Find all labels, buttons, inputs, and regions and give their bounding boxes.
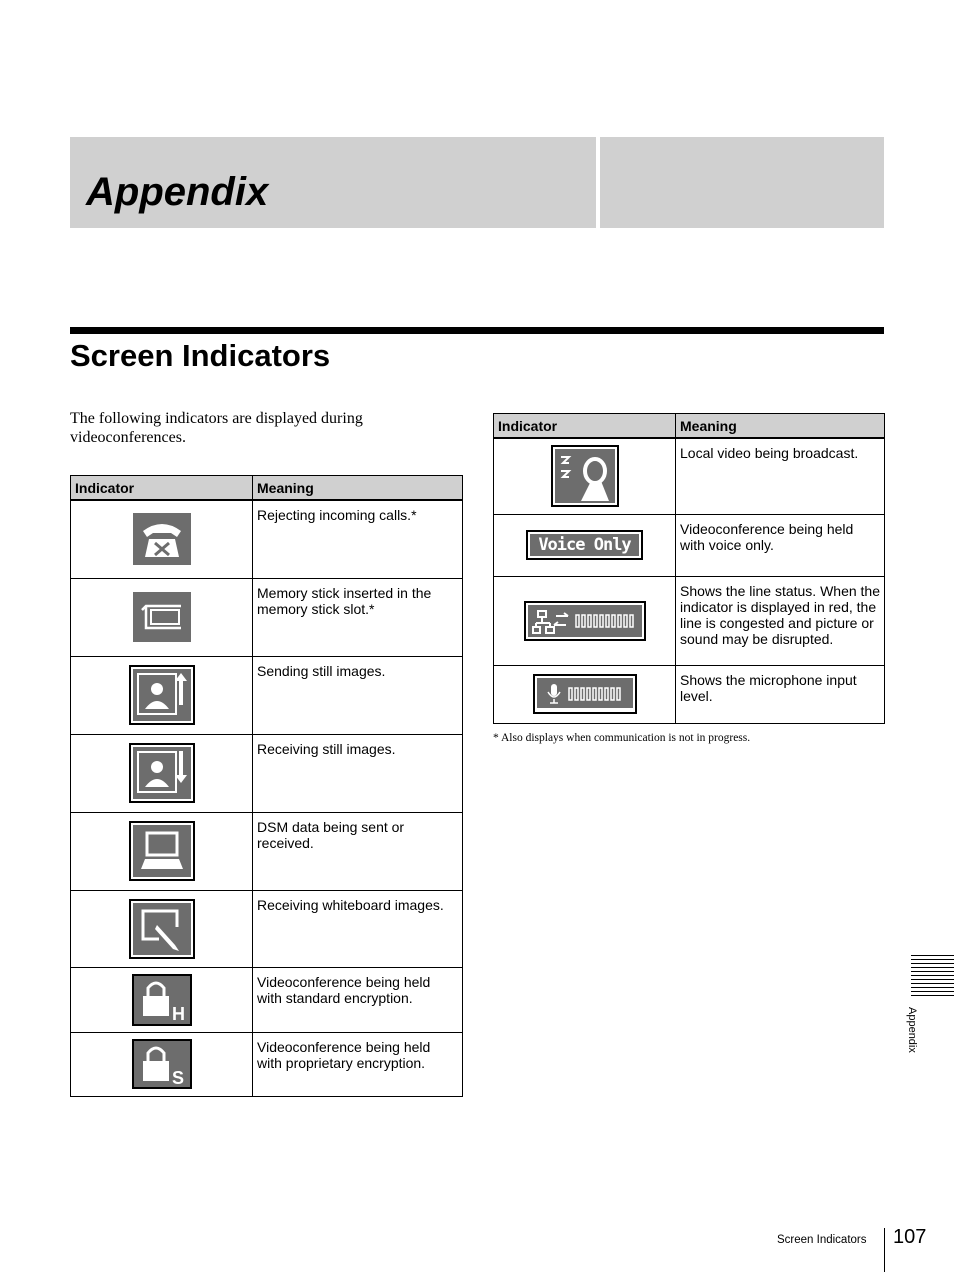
chapter-title: Appendix (86, 170, 269, 214)
whiteboard-icon (128, 898, 195, 959)
section-title: Screen Indicators (70, 338, 331, 373)
table-row: Sending still images. (70, 655, 463, 735)
table-row: Shows the line status. When the indicato… (493, 575, 885, 666)
section-rule (70, 327, 884, 334)
svg-text:S: S (172, 1068, 184, 1088)
meaning: Rejecting incoming calls.* (252, 499, 463, 579)
receive-still-image-icon (128, 743, 195, 803)
phone-reject-icon (132, 513, 191, 566)
meaning: Receiving whiteboard images. (252, 889, 463, 968)
footer-divider (884, 1228, 885, 1272)
table-row: Rejecting incoming calls.* (70, 499, 463, 579)
meaning: Videoconference being held with propriet… (252, 1031, 463, 1097)
col-header: Meaning (675, 413, 885, 439)
table-row: H Videoconference being held with standar… (70, 966, 463, 1033)
chapter-band-right (600, 137, 884, 228)
voice-only-label: Voice Only (530, 534, 639, 556)
table-row: S Videoconference being held with proprie… (70, 1031, 463, 1097)
memory-stick-icon (132, 592, 191, 642)
table-row: Voice Only Videoconference being held wit… (493, 513, 885, 577)
voice-only-icon: Voice Only (526, 530, 643, 560)
table-row: Receiving still images. (70, 733, 463, 813)
col-header: Indicator (70, 475, 253, 501)
footer-section: Screen Indicators (777, 1234, 867, 1246)
line-status-icon (523, 600, 646, 641)
table-row: Shows the microphone input level. (493, 664, 885, 724)
meaning: Receiving still images. (252, 733, 463, 813)
col-header: Indicator (493, 413, 676, 439)
col-header: Meaning (252, 475, 463, 501)
meaning: Sending still images. (252, 655, 463, 735)
broadcast-dish-icon (550, 445, 619, 508)
meaning: Memory stick inserted in the memory stic… (252, 577, 463, 657)
intro-text: The following indicators are displayed d… (70, 410, 363, 446)
lock-h-icon: H (131, 973, 192, 1026)
indicator-table-left: Indicator Meaning Rejecting incoming call… (70, 475, 463, 1097)
page: Appendix Screen Indicators The following… (0, 0, 954, 1274)
chapter-tab-marker (911, 955, 954, 997)
meaning: Videoconference being held with voice on… (675, 513, 885, 577)
send-still-image-icon (128, 665, 195, 725)
page-number: 107 (893, 1226, 927, 1248)
side-tab-label: Appendix (906, 1007, 918, 1053)
meaning: Videoconference being held with standard… (252, 966, 463, 1033)
mic-level-icon (532, 674, 637, 714)
table-row: Receiving whiteboard images. (70, 889, 463, 968)
meaning: Shows the microphone input level. (675, 664, 885, 724)
indicator-table-right: Indicator Meaning Local video being broad… (493, 413, 885, 724)
footnote: * Also displays when communication is no… (493, 732, 751, 744)
svg-text:H: H (172, 1004, 185, 1024)
meaning: DSM data being sent or received. (252, 811, 463, 891)
table-row: Local video being broadcast. (493, 437, 885, 515)
meaning: Shows the line status. When the indicato… (675, 575, 885, 666)
table-row: DSM data being sent or received. (70, 811, 463, 891)
meaning: Local video being broadcast. (675, 437, 885, 515)
table-row: Memory stick inserted in the memory stic… (70, 577, 463, 657)
lock-s-icon: S (131, 1039, 192, 1089)
dsm-computer-icon (128, 821, 195, 881)
